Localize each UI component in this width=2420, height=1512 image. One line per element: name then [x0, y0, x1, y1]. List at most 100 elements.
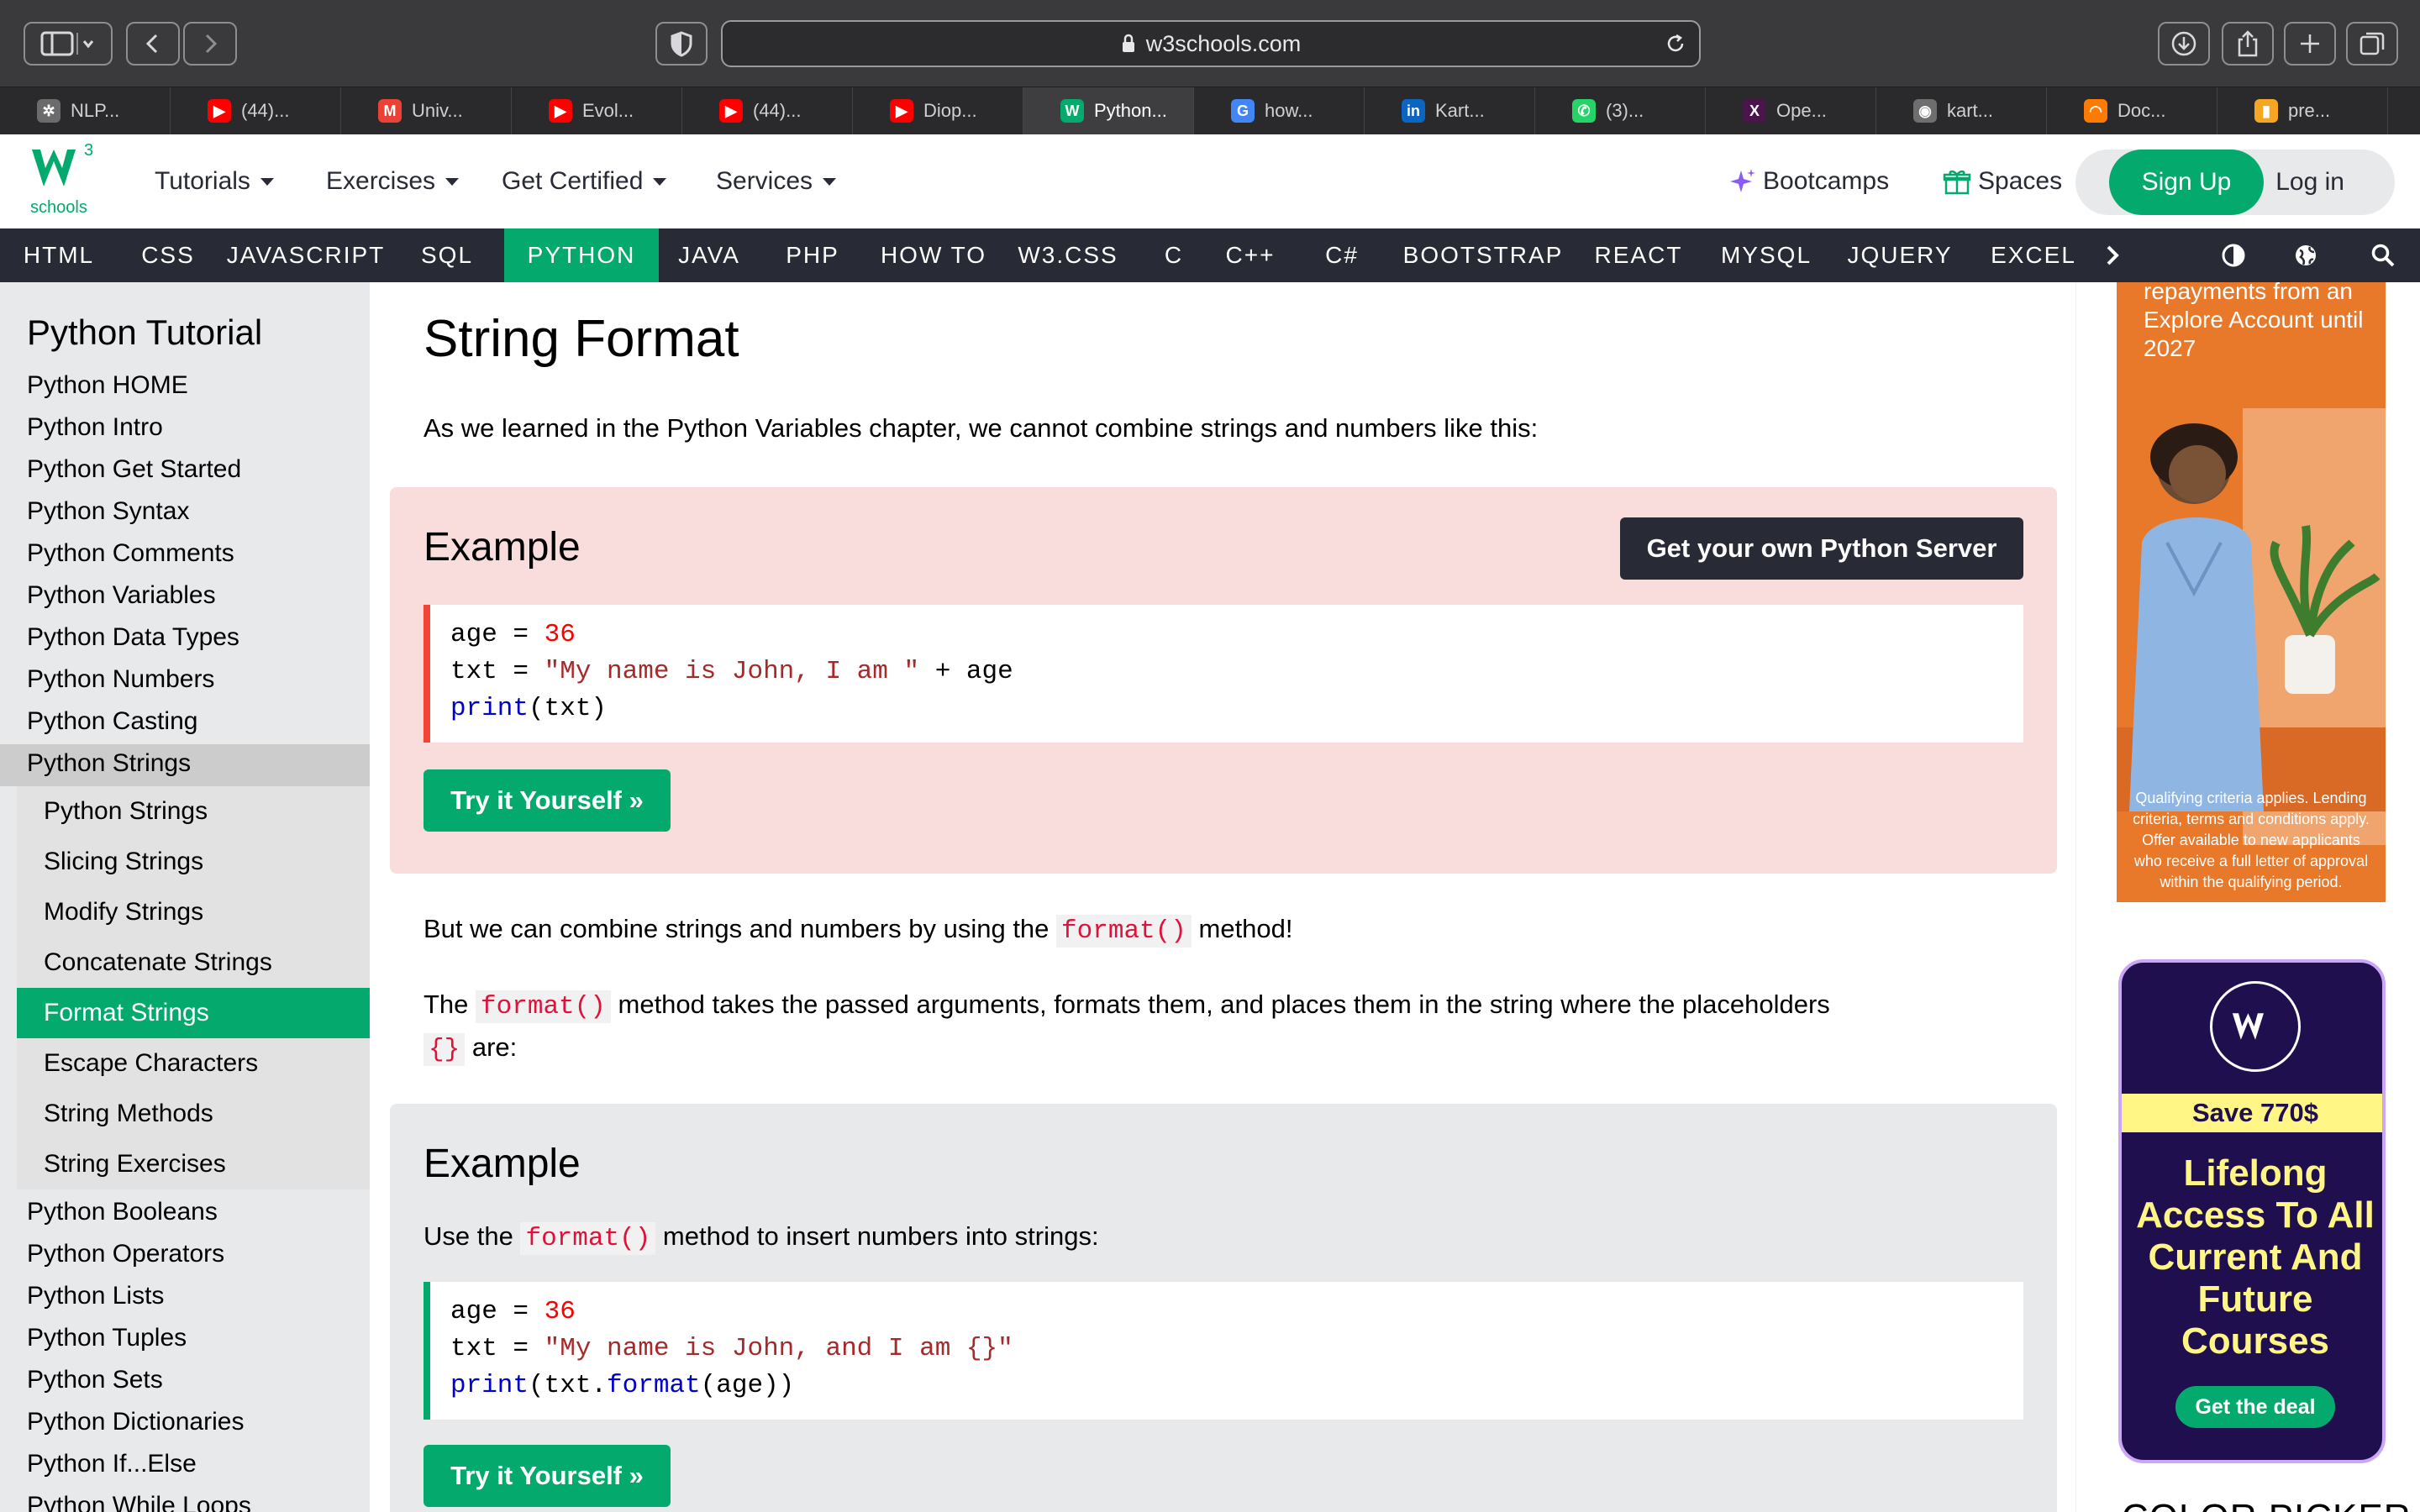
subnav-jquery[interactable]: JQUERY — [1845, 228, 1954, 282]
address-bar[interactable]: w3schools.com — [721, 20, 1701, 67]
subnav-w3-css[interactable]: W3.CSS — [1008, 228, 1128, 282]
subnav-c[interactable]: C++ — [1212, 228, 1289, 282]
sidebar-link[interactable]: Python HOME — [27, 371, 188, 400]
sidebar-link[interactable]: Python Lists — [27, 1282, 164, 1310]
browser-tab[interactable]: M Univ... — [341, 87, 512, 134]
ad-banner-courses[interactable]: Save 770$ Lifelong Access To All Current… — [2118, 959, 2386, 1463]
browser-tab[interactable]: Ghow... — [1194, 87, 1365, 134]
code-block: age = 36 txt = "My name is John, I am " … — [424, 605, 2023, 743]
sidebar-link[interactable]: Python Intro — [27, 413, 163, 442]
browser-tab[interactable]: X Ope... — [1706, 87, 1876, 134]
browser-tab[interactable]: ◉ kart... — [1876, 87, 2047, 134]
sidebar-link[interactable]: Python Dictionaries — [27, 1408, 244, 1436]
language-globe-button[interactable] — [2289, 228, 2323, 282]
browser-tab[interactable]: ✲ NLP... — [0, 87, 171, 134]
browser-tab[interactable]: ▶ (44)... — [171, 87, 341, 134]
browser-tab-bar: ✲ NLP... ▶ (44)... M Univ... ▶ Evol... ▶ (44)... ▶… — [0, 87, 2420, 134]
bootcamps-link[interactable]: Bootcamps — [1729, 134, 1889, 228]
subnav-php[interactable]: PHP — [766, 228, 859, 282]
tab-overview-button[interactable] — [2346, 22, 2398, 66]
subnav-scroll-right-button[interactable] — [2096, 228, 2129, 282]
subnav-excel[interactable]: EXCEL — [1975, 228, 2092, 282]
subnav-mysql[interactable]: MYSQL — [1707, 228, 1825, 282]
menu-exercises[interactable]: Exercises — [326, 134, 460, 228]
ad-banner-bank[interactable]: repayments from an Explore Account until… — [2117, 282, 2386, 902]
sidebar-link[interactable]: Python If...Else — [27, 1450, 197, 1478]
subnav-how-to[interactable]: HOW TO — [871, 228, 997, 282]
share-button[interactable] — [2222, 22, 2274, 66]
sidebar-link[interactable]: Python While Loops — [27, 1492, 251, 1512]
browser-tab[interactable]: ▶ Evol... — [512, 87, 682, 134]
sidebar-sublink[interactable]: Python Strings — [17, 786, 370, 837]
sidebar-link[interactable]: Python Sets — [27, 1366, 163, 1394]
sidebar-link[interactable]: Python Get Started — [27, 455, 241, 484]
try-it-yourself-button[interactable]: Try it Yourself » — [424, 1445, 671, 1507]
browser-tab[interactable]: ▮ pre... — [2217, 87, 2388, 134]
subnav-python[interactable]: PYTHON — [504, 228, 659, 282]
menu-exercises-label: Exercises — [326, 167, 436, 195]
sidebar-link[interactable]: Python Variables — [27, 581, 216, 610]
sidebar-link[interactable]: Python Syntax — [27, 497, 189, 526]
sidebar-link[interactable]: Python Strings — [27, 749, 191, 778]
subnav-react[interactable]: REACT — [1588, 228, 1689, 282]
inline-code: format() — [1056, 915, 1192, 948]
chevron-right-icon — [2107, 245, 2119, 265]
example-box-wrong: Example Get your own Python Server age =… — [390, 487, 2057, 874]
w3schools-logo[interactable]: 3 schools — [29, 141, 104, 220]
spaces-link[interactable]: Spaces — [1943, 134, 2062, 228]
sidebar-link[interactable]: Python Data Types — [27, 623, 239, 652]
browser-tab[interactable]: W Python... — [1023, 87, 1194, 134]
sidebar-sublink[interactable]: String Exercises — [17, 1139, 370, 1189]
browser-tab-label: Evol... — [582, 100, 634, 121]
signup-button[interactable]: Sign Up — [2109, 150, 2264, 215]
forward-button[interactable] — [183, 22, 237, 66]
sidebar-toggle-button[interactable] — [24, 22, 113, 66]
browser-tab[interactable]: ▶ Diop... — [853, 87, 1023, 134]
subnav-html[interactable]: HTML — [0, 228, 118, 282]
globe-icon — [2296, 245, 2316, 265]
sidebar-sublink-active[interactable]: Format Strings — [17, 988, 370, 1038]
subnav-css[interactable]: CSS — [126, 228, 210, 282]
sidebar-link[interactable]: Python Tuples — [27, 1324, 187, 1352]
subnav-c[interactable]: C — [1144, 228, 1203, 282]
browser-tab[interactable]: ◠ Doc... — [2047, 87, 2217, 134]
sidebar-sublink[interactable]: Modify Strings — [17, 887, 370, 937]
browser-tab-label: Python... — [1094, 100, 1167, 121]
sidebar-sublink[interactable]: String Methods — [17, 1089, 370, 1139]
browser-tab[interactable]: in Kart... — [1365, 87, 1535, 134]
sidebar-link[interactable]: Python Numbers — [27, 665, 214, 694]
downloads-button[interactable] — [2158, 22, 2210, 66]
dark-mode-toggle[interactable] — [2217, 228, 2250, 282]
sidebar-link[interactable]: Python Booleans — [27, 1198, 218, 1226]
subnav-c[interactable]: C# — [1304, 228, 1380, 282]
new-tab-button[interactable] — [2284, 22, 2336, 66]
try-it-yourself-button[interactable]: Try it Yourself » — [424, 769, 671, 832]
privacy-report-button[interactable] — [655, 22, 708, 66]
w3-top-nav: 3 schools Tutorials Exercises Get Certif… — [0, 134, 2420, 228]
menu-tutorials[interactable]: Tutorials — [155, 134, 274, 228]
sidebar-sublink[interactable]: Escape Characters — [17, 1038, 370, 1089]
whatsapp-icon: ✆ — [1572, 99, 1596, 123]
get-python-server-button[interactable]: Get your own Python Server — [1620, 517, 2023, 580]
subnav-java[interactable]: JAVA — [659, 228, 760, 282]
browser-tab[interactable]: ▶ (44)... — [682, 87, 853, 134]
menu-get-certified-label: Get Certified — [502, 167, 644, 195]
subnav-javascript[interactable]: JAVASCRIPT — [222, 228, 390, 282]
subnav-sql[interactable]: SQL — [403, 228, 491, 282]
sidebar-link[interactable]: Python Casting — [27, 707, 197, 736]
sidebar-link[interactable]: Python Operators — [27, 1240, 224, 1268]
menu-get-certified[interactable]: Get Certified — [502, 134, 667, 228]
back-button[interactable] — [126, 22, 180, 66]
sidebar-link[interactable]: Python Comments — [27, 539, 234, 568]
reload-icon[interactable] — [1664, 32, 1687, 55]
subnav-bootstrap[interactable]: BOOTSTRAP — [1395, 228, 1571, 282]
lock-icon — [1122, 34, 1134, 52]
sidebar-sublink[interactable]: Slicing Strings — [17, 837, 370, 887]
get-the-deal-button[interactable]: Get the deal — [2175, 1386, 2335, 1428]
browser-tab-label: NLP... — [71, 100, 120, 121]
menu-services[interactable]: Services — [716, 134, 837, 228]
search-button[interactable] — [2366, 228, 2400, 282]
browser-tab-label: kart... — [1947, 100, 1994, 121]
sidebar-sublink[interactable]: Concatenate Strings — [17, 937, 370, 988]
browser-tab[interactable]: ✆ (3)... — [1535, 87, 1706, 134]
